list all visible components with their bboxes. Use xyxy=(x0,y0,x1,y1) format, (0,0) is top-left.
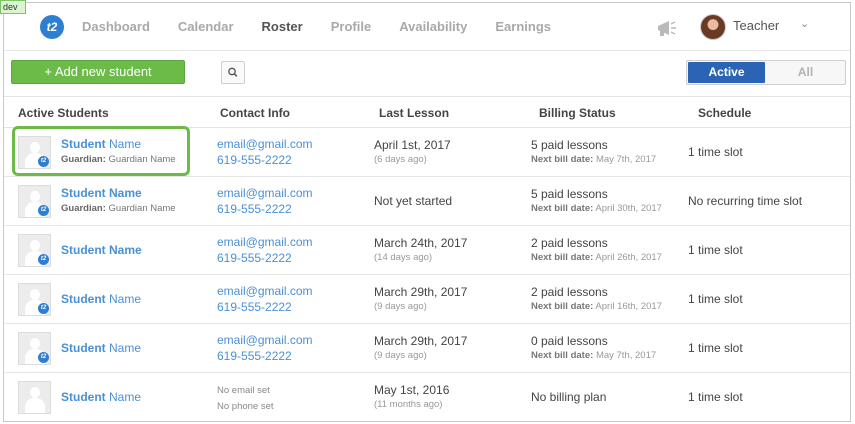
student-photo xyxy=(18,381,51,414)
last-lesson-ago: (9 days ago) xyxy=(374,350,427,361)
student-name[interactable]: Student Name xyxy=(61,292,141,306)
table-row[interactable]: t2 Student Name Guardian: Guardian Name … xyxy=(4,128,850,177)
contact-email[interactable]: email@gmail.com xyxy=(217,284,313,298)
logo-badge-icon: t2 xyxy=(38,303,49,314)
user-name[interactable]: Teacher xyxy=(733,18,779,33)
schedule: 1 time slot xyxy=(688,341,743,355)
logo-badge-icon: t2 xyxy=(38,156,49,167)
last-lesson-ago: (14 days ago) xyxy=(374,252,433,263)
last-lesson-date: May 1st, 2016 xyxy=(374,383,450,397)
logo-badge-icon: t2 xyxy=(38,205,49,216)
guardian-info: Guardian: Guardian Name xyxy=(61,203,176,214)
nav-availability[interactable]: Availability xyxy=(399,19,467,34)
next-bill-date: Next bill date: April 26th, 2017 xyxy=(531,252,662,263)
schedule: No recurring time slot xyxy=(688,194,803,208)
chevron-down-icon[interactable]: ⌄ xyxy=(800,17,809,30)
contact-email[interactable]: email@gmail.com xyxy=(217,186,313,200)
student-name[interactable]: Student Name xyxy=(61,341,141,355)
last-lesson-date: Not yet started xyxy=(374,194,453,208)
contact-phone[interactable]: 619-555-2222 xyxy=(217,349,292,363)
contact-phone[interactable]: 619-555-2222 xyxy=(217,251,292,265)
student-photo: t2 xyxy=(18,234,51,267)
nav-profile[interactable]: Profile xyxy=(331,19,371,34)
last-lesson-date: April 1st, 2017 xyxy=(374,138,451,152)
billing-paid: 5 paid lessons xyxy=(531,187,608,201)
no-email: No email set xyxy=(217,385,270,396)
student-name[interactable]: Student Name xyxy=(61,390,141,404)
last-lesson-date: March 29th, 2017 xyxy=(374,334,468,348)
billing-paid: 5 paid lessons xyxy=(531,138,608,152)
next-bill-date: Next bill date: April 30th, 2017 xyxy=(531,203,662,214)
schedule: 1 time slot xyxy=(688,243,743,257)
schedule: 1 time slot xyxy=(688,145,743,159)
last-lesson-date: March 24th, 2017 xyxy=(374,236,468,250)
header-billing-status[interactable]: Billing Status xyxy=(539,106,616,120)
megaphone-icon[interactable] xyxy=(656,18,678,38)
add-new-student-button[interactable]: + Add new student xyxy=(11,60,185,84)
billing-paid: 2 paid lessons xyxy=(531,285,608,299)
toggle-all[interactable]: All xyxy=(767,62,844,83)
table-row[interactable]: Student Name No email set No phone set M… xyxy=(4,373,850,421)
table-row[interactable]: t2 Student Name email@gmail.com 619-555-… xyxy=(4,324,850,373)
header-contact-info[interactable]: Contact Info xyxy=(220,106,290,120)
billing-paid: No billing plan xyxy=(531,390,607,404)
contact-email[interactable]: email@gmail.com xyxy=(217,235,313,249)
schedule: 1 time slot xyxy=(688,292,743,306)
student-photo: t2 xyxy=(18,136,51,169)
nav-calendar[interactable]: Calendar xyxy=(178,19,234,34)
guardian-info: Guardian: Guardian Name xyxy=(61,154,176,165)
app-frame: t2 Dashboard Calendar Roster Profile Ava… xyxy=(3,2,851,422)
top-nav: t2 Dashboard Calendar Roster Profile Ava… xyxy=(4,3,850,51)
table-row[interactable]: t2 Student Name Guardian: Guardian Name … xyxy=(4,177,850,226)
student-name[interactable]: Student Name xyxy=(61,243,142,257)
header-schedule[interactable]: Schedule xyxy=(698,106,751,120)
contact-phone[interactable]: 619-555-2222 xyxy=(217,153,292,167)
student-name[interactable]: Student Name xyxy=(61,186,142,200)
no-phone: No phone set xyxy=(217,401,274,412)
status-toggle: Active All xyxy=(686,60,846,85)
last-lesson-ago: (6 days ago) xyxy=(374,154,427,165)
contact-phone[interactable]: 619-555-2222 xyxy=(217,202,292,216)
next-bill-date: Next bill date: April 16th, 2017 xyxy=(531,301,662,312)
table-row[interactable]: t2 Student Name email@gmail.com 619-555-… xyxy=(4,275,850,324)
billing-paid: 0 paid lessons xyxy=(531,334,608,348)
header-active-students[interactable]: Active Students xyxy=(18,106,109,120)
dev-badge: dev xyxy=(0,0,26,14)
last-lesson-date: March 29th, 2017 xyxy=(374,285,468,299)
table-header: Active Students Contact Info Last Lesson… xyxy=(4,96,850,128)
logo-badge-icon: t2 xyxy=(38,352,49,363)
search-icon xyxy=(228,67,238,77)
search-button[interactable] xyxy=(221,61,245,84)
header-last-lesson[interactable]: Last Lesson xyxy=(379,106,449,120)
nav-items: Dashboard Calendar Roster Profile Availa… xyxy=(82,19,579,34)
contact-email[interactable]: email@gmail.com xyxy=(217,333,313,347)
table-row[interactable]: t2 Student Name email@gmail.com 619-555-… xyxy=(4,226,850,275)
logo[interactable]: t2 xyxy=(40,15,64,39)
contact-email[interactable]: email@gmail.com xyxy=(217,137,313,151)
nav-roster[interactable]: Roster xyxy=(262,19,303,34)
contact-phone[interactable]: 619-555-2222 xyxy=(217,300,292,314)
student-photo: t2 xyxy=(18,283,51,316)
next-bill-date: Next bill date: May 7th, 2017 xyxy=(531,350,657,361)
nav-earnings[interactable]: Earnings xyxy=(495,19,551,34)
schedule: 1 time slot xyxy=(688,390,743,404)
billing-paid: 2 paid lessons xyxy=(531,236,608,250)
student-photo: t2 xyxy=(18,185,51,218)
students-table: Active Students Contact Info Last Lesson… xyxy=(4,96,850,421)
toggle-active[interactable]: Active xyxy=(688,62,765,83)
nav-dashboard[interactable]: Dashboard xyxy=(82,19,150,34)
logo-badge-icon: t2 xyxy=(38,254,49,265)
last-lesson-ago: (9 days ago) xyxy=(374,301,427,312)
avatar[interactable] xyxy=(700,14,726,40)
next-bill-date: Next bill date: May 7th, 2017 xyxy=(531,154,657,165)
student-name[interactable]: Student Name xyxy=(61,137,141,151)
student-photo: t2 xyxy=(18,332,51,365)
last-lesson-ago: (11 months ago) xyxy=(374,399,443,410)
